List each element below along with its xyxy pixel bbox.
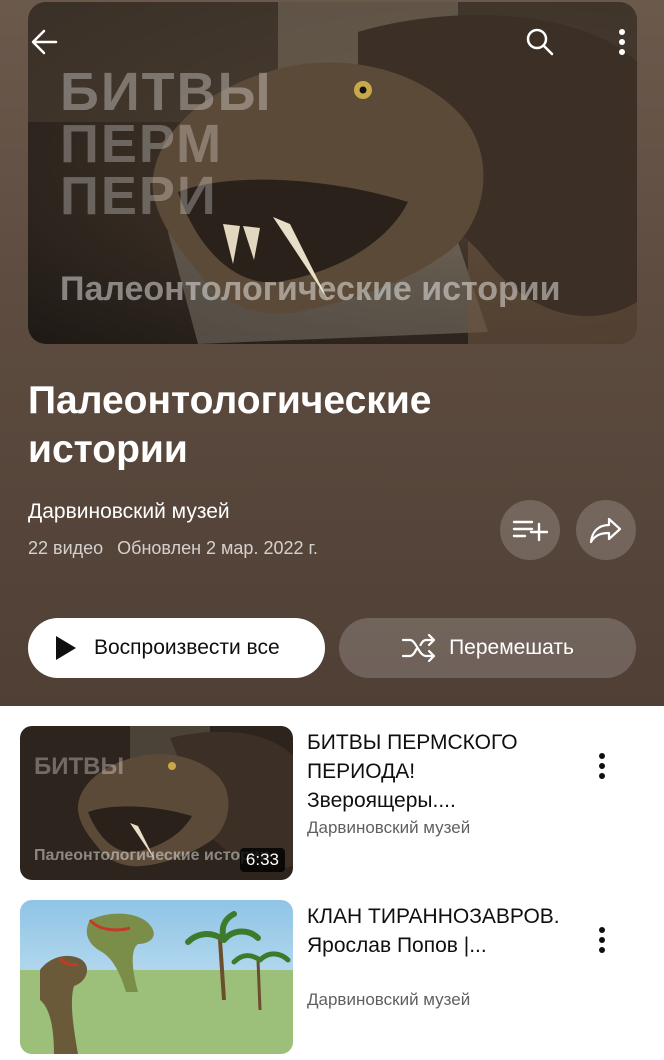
video-list-item[interactable]: БИТВЫ Палеонтологические истории 6:33 БИ…	[0, 726, 664, 886]
more-vertical-icon	[599, 753, 605, 779]
svg-text:Палеонтологические истории: Палеонтологические истории	[60, 270, 561, 308]
playlist-channel-link[interactable]: Дарвиновский музей	[28, 500, 230, 524]
video-channel: Дарвиновский музей	[307, 990, 471, 1009]
playlist-header: БИТВЫ ПЕРМ ПЕРИ Палеонтологические истор…	[0, 0, 664, 706]
svg-text:БИТВЫ: БИТВЫ	[34, 753, 124, 780]
svg-text:БИТВЫ: БИТВЫ	[60, 62, 272, 122]
play-icon	[56, 636, 76, 660]
video-more-button[interactable]	[588, 746, 616, 786]
share-icon	[589, 517, 622, 544]
video-duration: 6:33	[239, 848, 285, 872]
video-thumbnail[interactable]: БИТВЫ Палеонтологические истории 6:33	[20, 726, 293, 880]
svg-text:Палеонтологические истории: Палеонтологические истории	[34, 847, 270, 864]
playlist-meta: 22 видео Обновлен 2 мар. 2022 г.	[28, 538, 318, 559]
arrow-left-icon	[31, 29, 58, 55]
more-vertical-icon	[599, 927, 605, 953]
video-count: 22 видео	[28, 538, 104, 558]
search-icon	[526, 28, 554, 56]
svg-text:ПЕРИ: ПЕРИ	[60, 166, 218, 226]
video-more-button[interactable]	[588, 920, 616, 960]
shuffle-label: Перемешать	[449, 636, 574, 659]
video-thumbnail[interactable]	[20, 900, 293, 1054]
video-title[interactable]: КЛАН ТИРАННОЗАВРОВ. Ярослав Попов |...	[307, 902, 567, 960]
thumbnail-artwork	[20, 900, 293, 1054]
video-list-item[interactable]: КЛАН ТИРАННОЗАВРОВ. Ярослав Попов |... Д…	[0, 900, 664, 1060]
share-button[interactable]	[576, 500, 636, 560]
playlist-title: Палеонтологические истории	[28, 379, 432, 471]
back-button[interactable]	[22, 20, 66, 64]
shuffle-button[interactable]: Перемешать	[339, 618, 636, 678]
save-playlist-button[interactable]	[500, 500, 560, 560]
play-all-button[interactable]: Воспроизвести все	[28, 618, 325, 678]
svg-text:ПЕРМ: ПЕРМ	[60, 114, 223, 174]
playlist-add-icon	[512, 520, 548, 542]
more-options-button[interactable]	[600, 20, 644, 64]
play-all-label: Воспроизвести все	[94, 636, 280, 659]
more-vertical-icon	[619, 29, 625, 55]
search-button[interactable]	[518, 20, 562, 64]
video-channel: Дарвиновский музей	[307, 818, 471, 837]
video-title[interactable]: БИТВЫ ПЕРМСКОГО ПЕРИОДА! Звероящеры....	[307, 728, 567, 815]
updated-date: Обновлен 2 мар. 2022 г.	[117, 538, 318, 558]
shuffle-icon	[401, 633, 436, 663]
